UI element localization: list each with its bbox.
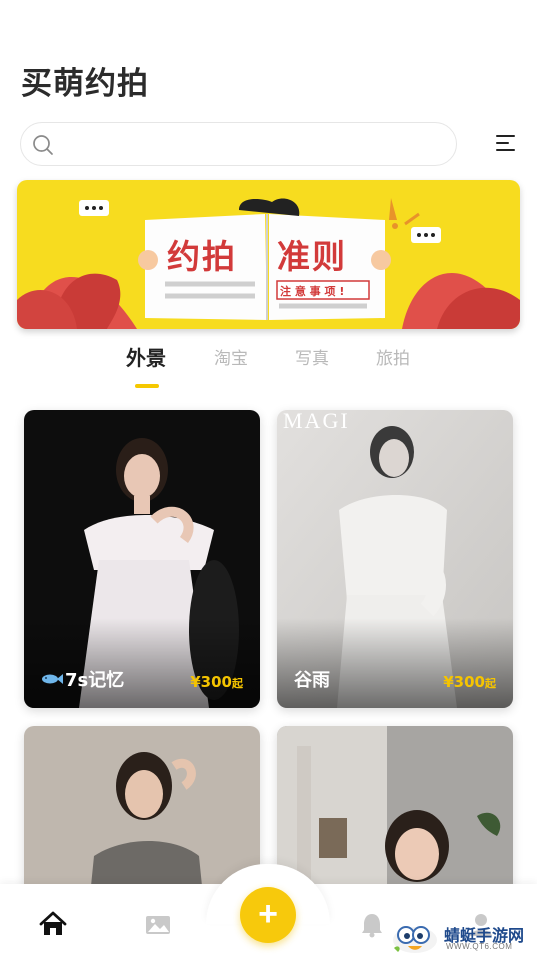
photographer-card[interactable]: 7s记忆 ¥300起 [24, 410, 260, 708]
banner-illustration [17, 198, 520, 329]
page-title: 买萌约拍 [21, 66, 149, 102]
category-tabs: 外景 淘宝 写真 旅拍 [0, 338, 537, 394]
bell-icon[interactable] [360, 912, 384, 938]
watermark-url: WWW.QT6.COM [446, 942, 513, 951]
photo-caption: MAGI [283, 410, 350, 433]
banner-sub-text: 注 意 事 项 ! [280, 285, 345, 298]
add-button[interactable]: + [240, 887, 296, 943]
fish-icon [42, 674, 63, 684]
card-title: 谷雨 [294, 670, 330, 691]
add-icon: + [258, 895, 278, 933]
search-icon [33, 135, 53, 155]
tab-taobao[interactable]: 淘宝 [214, 344, 248, 369]
banner-right-text: 准则 [277, 237, 347, 276]
tab-lvpai[interactable]: 旅拍 [376, 344, 410, 369]
card-title: 7s记忆 [41, 666, 124, 692]
menu-icon[interactable] [490, 130, 520, 158]
photo-album-icon[interactable] [144, 912, 172, 936]
card-price: ¥300起 [190, 673, 243, 691]
tab-xiezhen[interactable]: 写真 [295, 344, 329, 369]
watermark: 蜻蜓手游网 WWW.QT6.COM [390, 918, 535, 956]
search-input[interactable] [61, 123, 441, 165]
search-bar[interactable] [20, 122, 457, 166]
card-price: ¥300起 [443, 673, 496, 691]
dragonfly-logo-icon [393, 926, 437, 953]
promo-banner[interactable]: 约拍 准则 注 意 事 项 ! [17, 180, 520, 329]
tab-waijing[interactable]: 外景 [126, 342, 166, 371]
photographer-card[interactable]: MAGI 谷雨 ¥300起 [277, 410, 513, 708]
banner-left-text: 约拍 [167, 237, 237, 276]
active-tab-indicator [135, 384, 159, 388]
home-icon[interactable] [39, 911, 67, 937]
